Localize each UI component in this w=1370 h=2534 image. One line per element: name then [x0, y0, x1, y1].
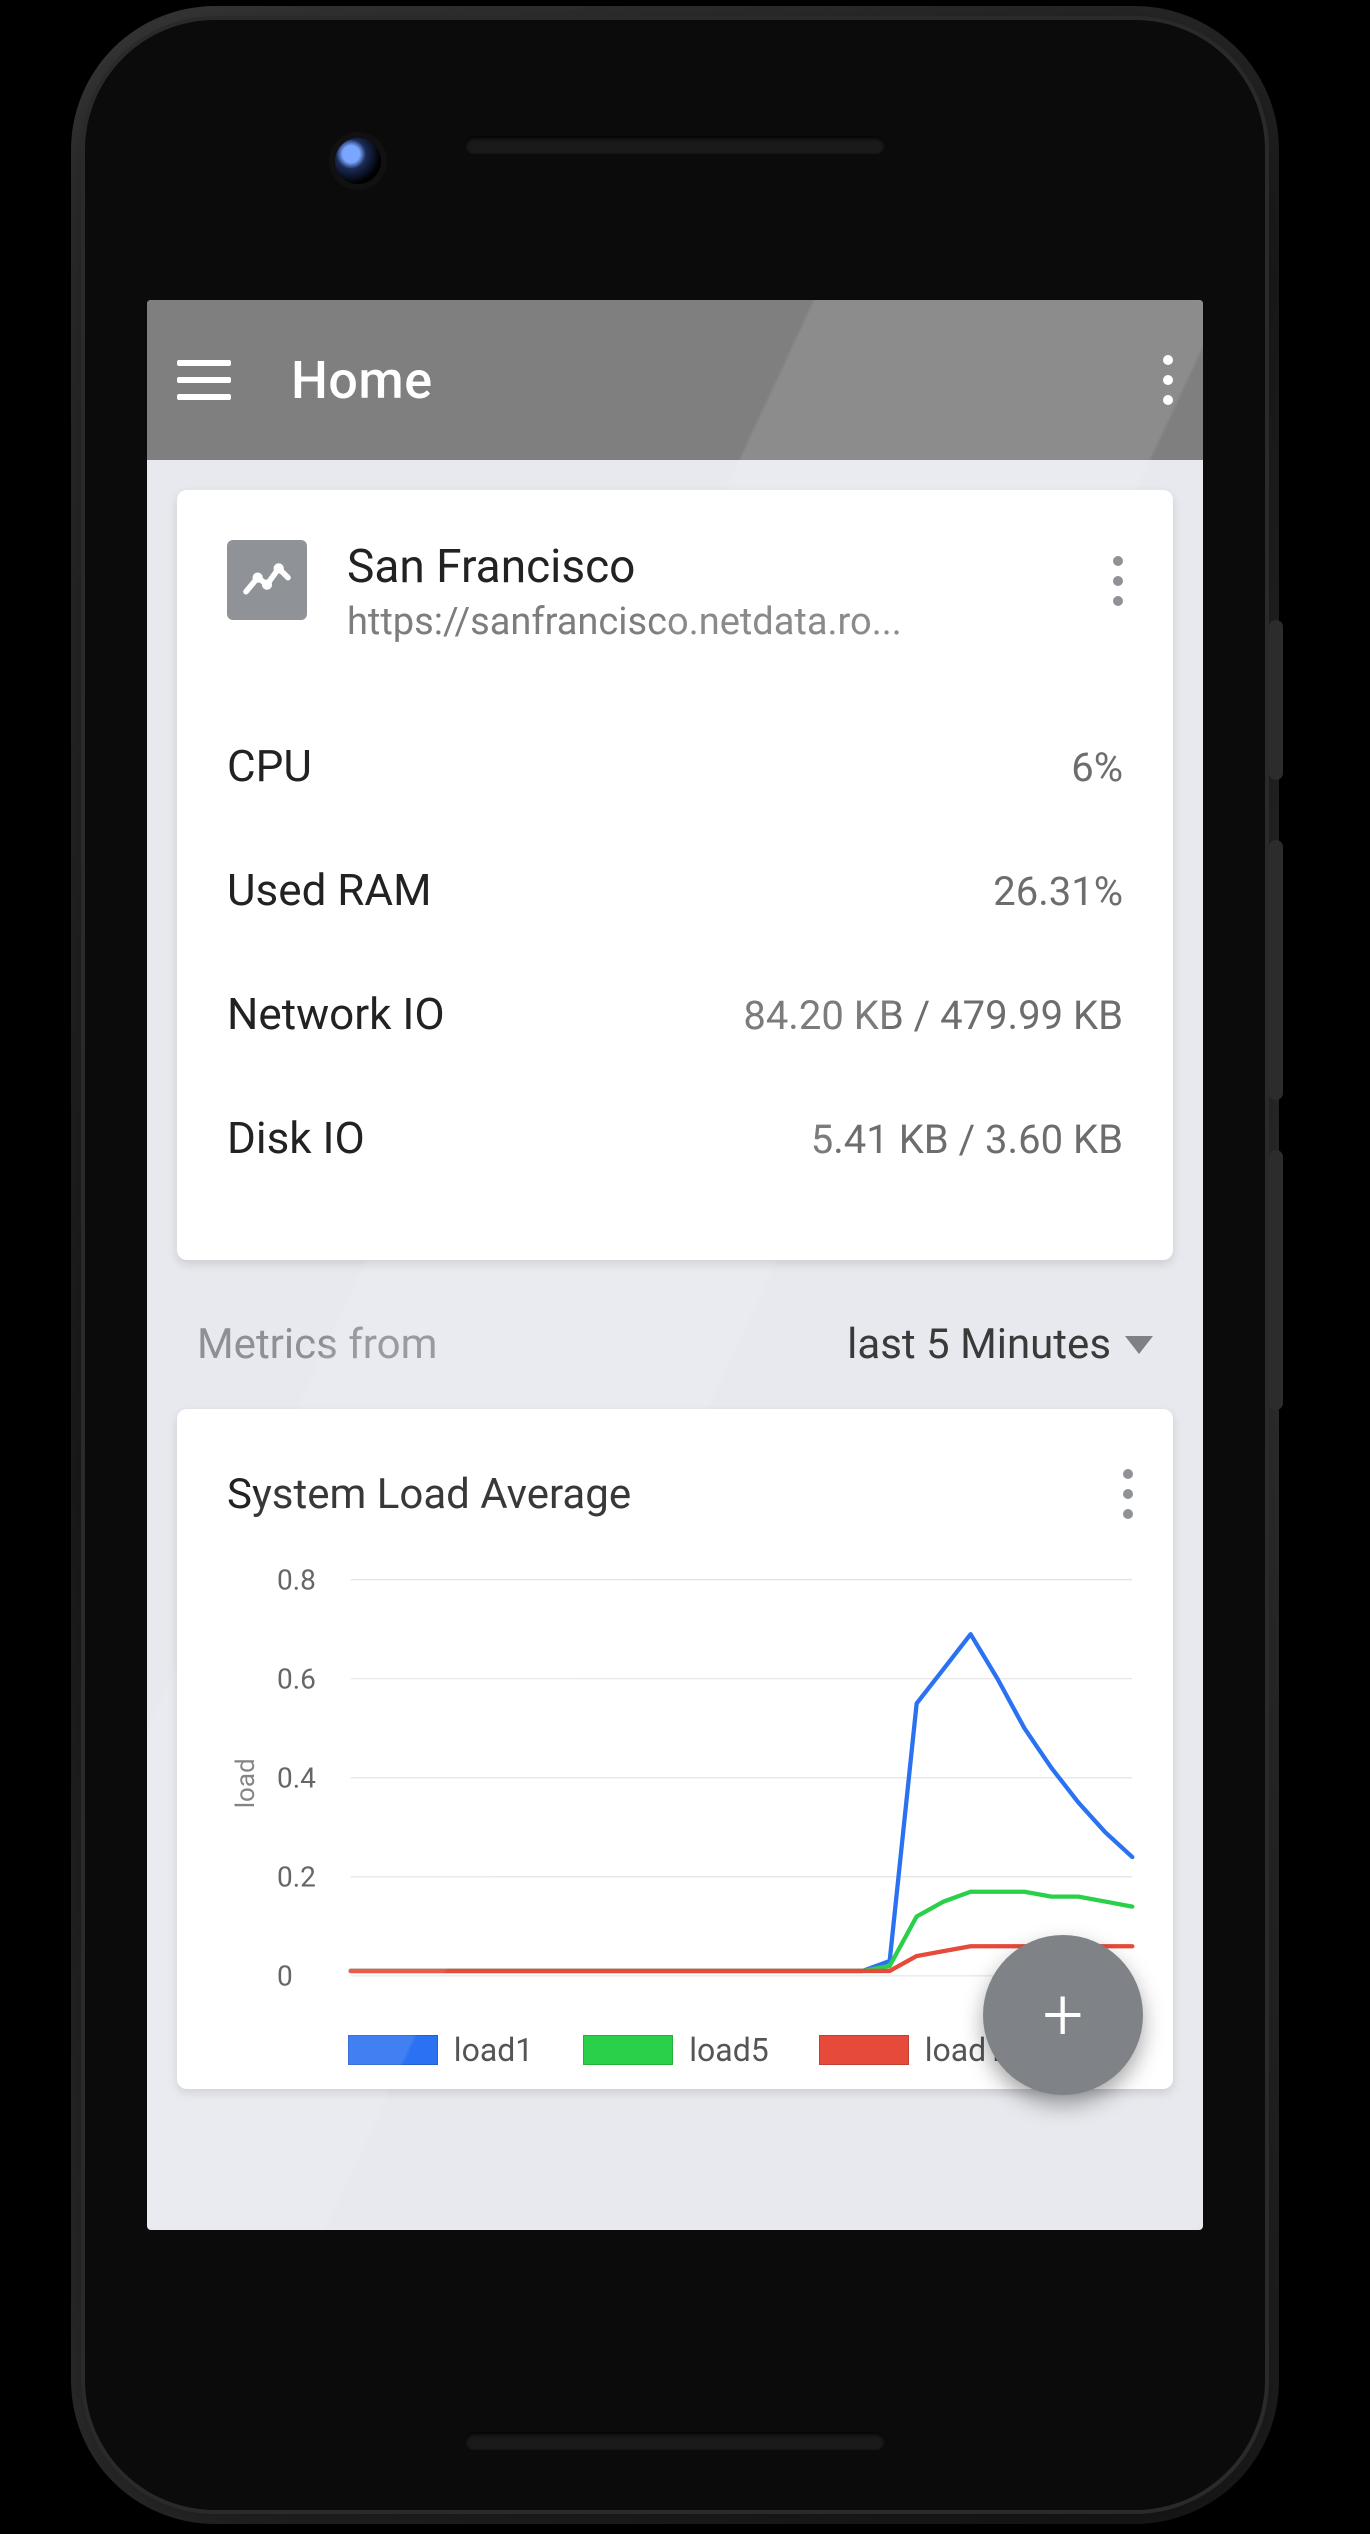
power-button [1269, 620, 1283, 780]
legend-swatch [819, 2035, 909, 2065]
page-title: Home [291, 350, 1153, 411]
chart-ylabel: load [227, 1569, 265, 1997]
legend-item: load5 [583, 2031, 768, 2069]
volume-down-button [1269, 1150, 1283, 1410]
metric-value: 26.31% [993, 868, 1123, 915]
range-selected: last 5 Minutes [847, 1320, 1111, 1369]
metric-value: 84.20 KB / 479.99 KB [743, 992, 1123, 1039]
legend-swatch [348, 2035, 438, 2065]
server-card: San Francisco https://sanfrancisco.netda… [177, 490, 1173, 1260]
metric-label: Disk IO [227, 1112, 365, 1164]
metrics-range-row: Metrics from last 5 Minutes [177, 1300, 1173, 1409]
y-tick-label: 0.8 [277, 1563, 316, 1596]
legend-label: load5 [689, 2031, 768, 2069]
chart-card: System Load Average load 0 0.2 0.4 0.6 0.8 l… [177, 1409, 1173, 2089]
metric-row-disk: Disk IO 5.41 KB / 3.60 KB [227, 1076, 1123, 1200]
y-tick-label: 0.4 [277, 1761, 316, 1794]
phone-frame: Home San Francisco https:// [85, 20, 1265, 2510]
server-url: https://sanfrancisco.netdata.ro... [347, 600, 1063, 644]
range-select[interactable]: last 5 Minutes [847, 1320, 1153, 1369]
server-header: San Francisco https://sanfrancisco.netda… [227, 540, 1123, 644]
overflow-menu-icon[interactable] [1153, 345, 1173, 415]
chart-plot: 00.20.40.60.8 [265, 1569, 1143, 1997]
y-tick-label: 0 [277, 1959, 293, 1992]
legend-swatch [583, 2035, 673, 2065]
metric-row-network: Network IO 84.20 KB / 479.99 KB [227, 952, 1123, 1076]
y-tick-label: 0.6 [277, 1662, 316, 1695]
top-speaker [465, 136, 885, 154]
screen: Home San Francisco https:// [147, 300, 1203, 2230]
legend-item: load1 [348, 2031, 533, 2069]
range-label: Metrics from [197, 1320, 437, 1369]
content: San Francisco https://sanfrancisco.netda… [147, 460, 1203, 2159]
metric-value: 6% [1071, 744, 1123, 791]
menu-icon[interactable] [177, 360, 231, 400]
server-menu-icon[interactable] [1103, 546, 1123, 616]
volume-up-button [1269, 840, 1283, 1100]
metric-value: 5.41 KB / 3.60 KB [811, 1116, 1123, 1163]
y-tick-label: 0.2 [277, 1860, 316, 1893]
chart-menu-icon[interactable] [1113, 1459, 1133, 1529]
metric-row-ram: Used RAM 26.31% [227, 828, 1123, 952]
chart-title: System Load Average [227, 1470, 631, 1519]
bottom-speaker [465, 2432, 885, 2450]
server-name: San Francisco [347, 540, 1063, 594]
metric-row-cpu: CPU 6% [227, 704, 1123, 828]
metric-label: Network IO [227, 988, 445, 1040]
metric-label: Used RAM [227, 864, 432, 916]
chart-icon [227, 540, 307, 620]
legend-label: load1 [454, 2031, 533, 2069]
metric-label: CPU [227, 740, 312, 792]
chevron-down-icon [1125, 1336, 1153, 1354]
plus-icon: + [1043, 1979, 1084, 2051]
add-fab[interactable]: + [983, 1935, 1143, 2095]
front-camera [335, 138, 381, 184]
app-bar: Home [147, 300, 1203, 460]
